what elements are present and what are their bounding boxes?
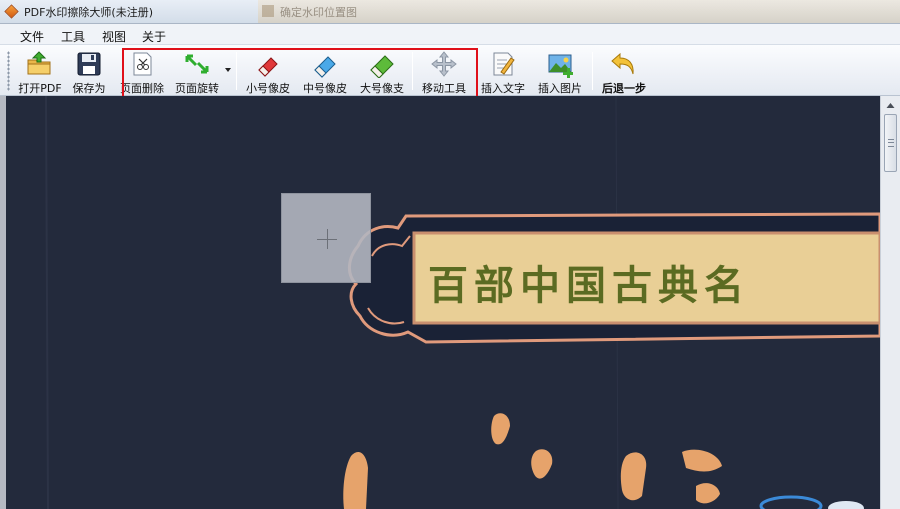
insert-text-icon xyxy=(493,52,515,76)
banner-title-text: 百部中国古典名 xyxy=(428,262,750,309)
toolbar-grip[interactable] xyxy=(7,51,10,91)
background-window-icon xyxy=(262,5,274,17)
undo-button[interactable]: 后退一步 xyxy=(596,48,652,95)
crosshair-vertical xyxy=(327,229,328,249)
floppy-save-icon xyxy=(77,52,101,76)
menu-about[interactable]: 关于 xyxy=(142,28,166,45)
scrollbar-grip xyxy=(888,139,894,147)
insert-image-button[interactable]: 插入图片 xyxy=(532,48,588,95)
eraser-brush-cursor xyxy=(281,193,371,283)
menu-view[interactable]: 视图 xyxy=(102,28,126,45)
menu-file[interactable]: 文件 xyxy=(20,28,44,45)
scrollbar-thumb[interactable] xyxy=(884,114,897,172)
scroll-up-arrow-icon[interactable] xyxy=(883,98,898,113)
insert-text-button[interactable]: 插入文字 xyxy=(477,48,529,95)
menu-bar: 文件 工具 视图 关于 xyxy=(0,24,900,45)
menu-tools[interactable]: 工具 xyxy=(61,28,85,45)
toolbar-separator xyxy=(592,52,593,90)
save-as-button[interactable]: 保存为 xyxy=(68,48,110,95)
insert-text-label: 插入文字 xyxy=(481,82,525,95)
vertical-scrollbar[interactable] xyxy=(880,96,900,509)
insert-image-icon xyxy=(548,54,573,78)
background-window-title: 确定水印位置图 xyxy=(280,6,357,19)
window-title: PDF水印擦除大师(未注册) xyxy=(24,6,154,19)
insert-image-label: 插入图片 xyxy=(538,82,582,95)
document-canvas[interactable]: 百部中国古典名 xyxy=(0,96,880,509)
app-logo-icon xyxy=(4,4,19,19)
open-pdf-button[interactable]: 打开PDF xyxy=(14,48,66,95)
pdf-page[interactable]: 百部中国古典名 xyxy=(6,96,880,509)
save-as-label: 保存为 xyxy=(72,82,106,95)
undo-label: 后退一步 xyxy=(602,82,646,95)
undo-icon xyxy=(611,52,634,75)
title-bar: PDF水印擦除大师(未注册) 确定水印位置图 xyxy=(0,0,900,24)
open-folder-icon xyxy=(27,51,51,75)
open-pdf-label: 打开PDF xyxy=(18,82,62,95)
